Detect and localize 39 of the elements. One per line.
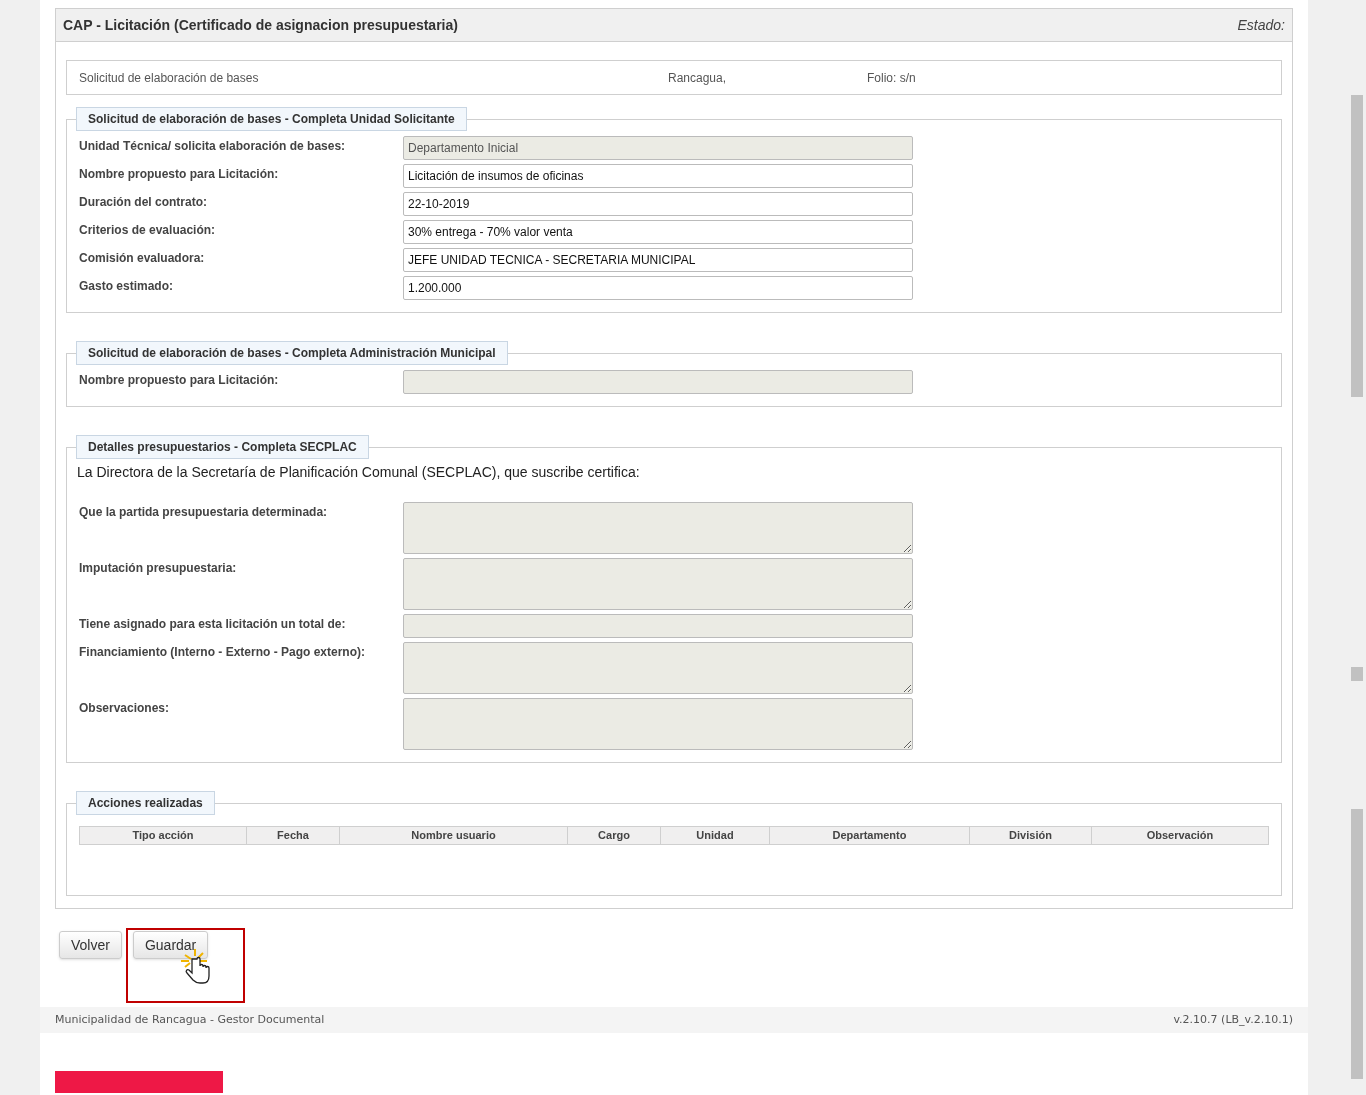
- column-header: Observación: [1091, 826, 1269, 845]
- panel-title: CAP - Licitación (Certificado de asignacion presupuestaria): [63, 15, 458, 35]
- field-label: Que la partida presupuestaria determinada:: [79, 504, 329, 521]
- field-label: Comisión evaluadora:: [79, 250, 206, 267]
- field-label: Nombre propuesto para Licitación:: [79, 372, 280, 389]
- input-field[interactable]: JEFE UNIDAD TECNICA - SECRETARIA MUNICIPAL: [403, 248, 913, 272]
- certification-text: La Directora de la Secretaría de Planificación Comunal (SECPLAC), que suscribe certifica:: [77, 463, 641, 482]
- field-label: Nombre propuesto para Licitación:: [79, 166, 280, 183]
- action-button[interactable]: Guardar: [132, 931, 209, 959]
- column-header: Cargo: [567, 826, 661, 845]
- input-field[interactable]: Licitación de insumos de oficinas: [403, 164, 913, 188]
- input-field[interactable]: 1.200.000: [403, 276, 913, 300]
- input-field[interactable]: 22-10-2019: [403, 192, 913, 216]
- section-legend: Acciones realizadas: [76, 791, 215, 815]
- column-header: División: [969, 826, 1092, 845]
- field-label: Unidad Técnica/ solicita elaboración de bases:: [79, 138, 347, 155]
- section-legend: Detalles presupuestarios - Completa SECPLAC: [76, 435, 369, 459]
- city-text: Rancagua,: [668, 69, 728, 87]
- column-header: Departamento: [769, 826, 970, 845]
- document-type-text: Solicitud de elaboración de bases: [79, 69, 260, 87]
- folio-text: Folio: s/n: [867, 69, 916, 87]
- footer-text: Municipalidad de Rancagua - Gestor Documental: [55, 1011, 325, 1028]
- version-text: v.2.10.7 (LB_v.2.10.1): [1173, 1011, 1293, 1028]
- column-header: Tipo acción: [79, 826, 247, 845]
- action-button[interactable]: Volver: [59, 931, 122, 959]
- field-label: Observaciones:: [79, 700, 171, 717]
- field-label: Financiamiento (Interno - Externo - Pago externo):: [79, 644, 367, 661]
- column-header: Fecha: [246, 826, 340, 845]
- field-label: Duración del contrato:: [79, 194, 208, 211]
- column-header: Nombre usuario: [339, 826, 568, 845]
- field-label: Gasto estimado:: [79, 278, 175, 295]
- field-label: Tiene asignado para esta licitación un total de:: [79, 616, 347, 633]
- section-legend: Solicitud de elaboración de bases - Completa Administración Municipal: [76, 341, 508, 365]
- status-label: Estado:: [1237, 15, 1285, 35]
- input-field[interactable]: 30% entrega - 70% valor venta: [403, 220, 913, 244]
- column-header: Unidad: [660, 826, 770, 845]
- field-label: Criterios de evaluación:: [79, 222, 217, 239]
- section-legend: Solicitud de elaboración de bases - Completa Unidad Solicitante: [76, 107, 467, 131]
- field-label: Imputación presupuestaria:: [79, 560, 238, 577]
